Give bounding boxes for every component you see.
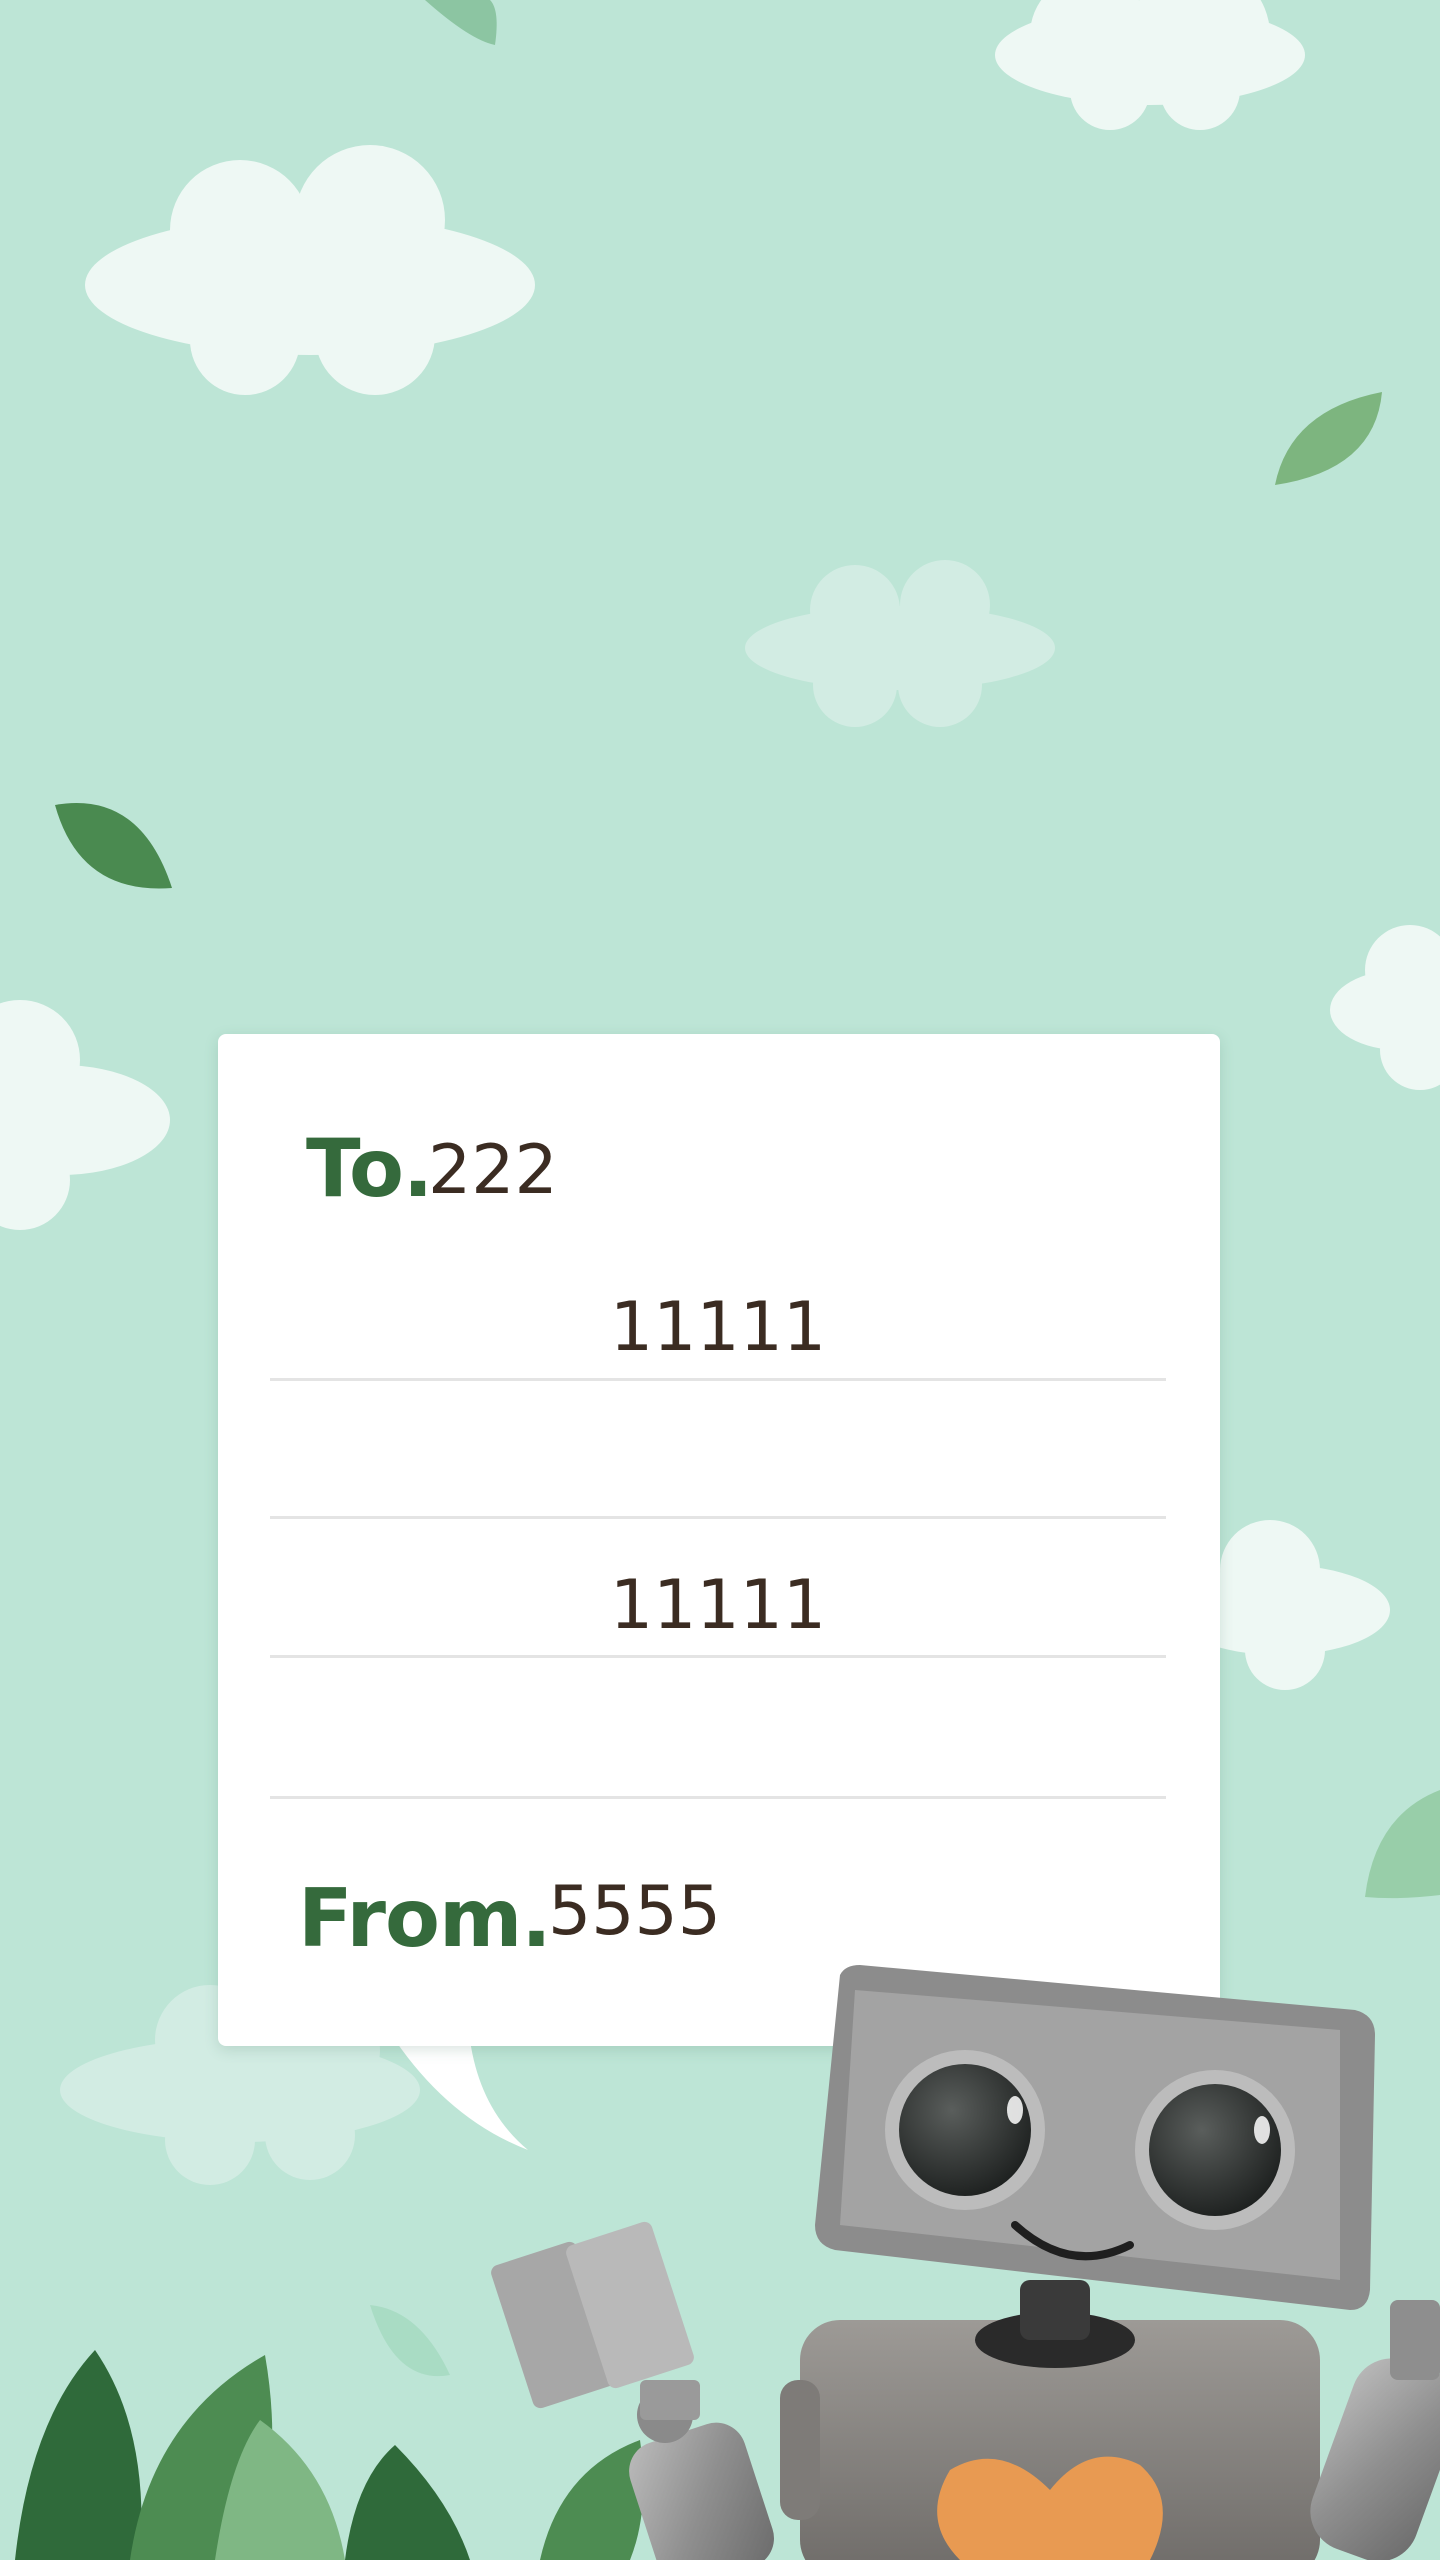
robot-right-arm (1310, 2300, 1440, 2560)
robot-head (815, 1965, 1375, 2310)
robot-body (780, 2280, 1320, 2560)
robot-illustration (491, 1965, 1440, 2560)
robot-left-arm (491, 2221, 774, 2560)
